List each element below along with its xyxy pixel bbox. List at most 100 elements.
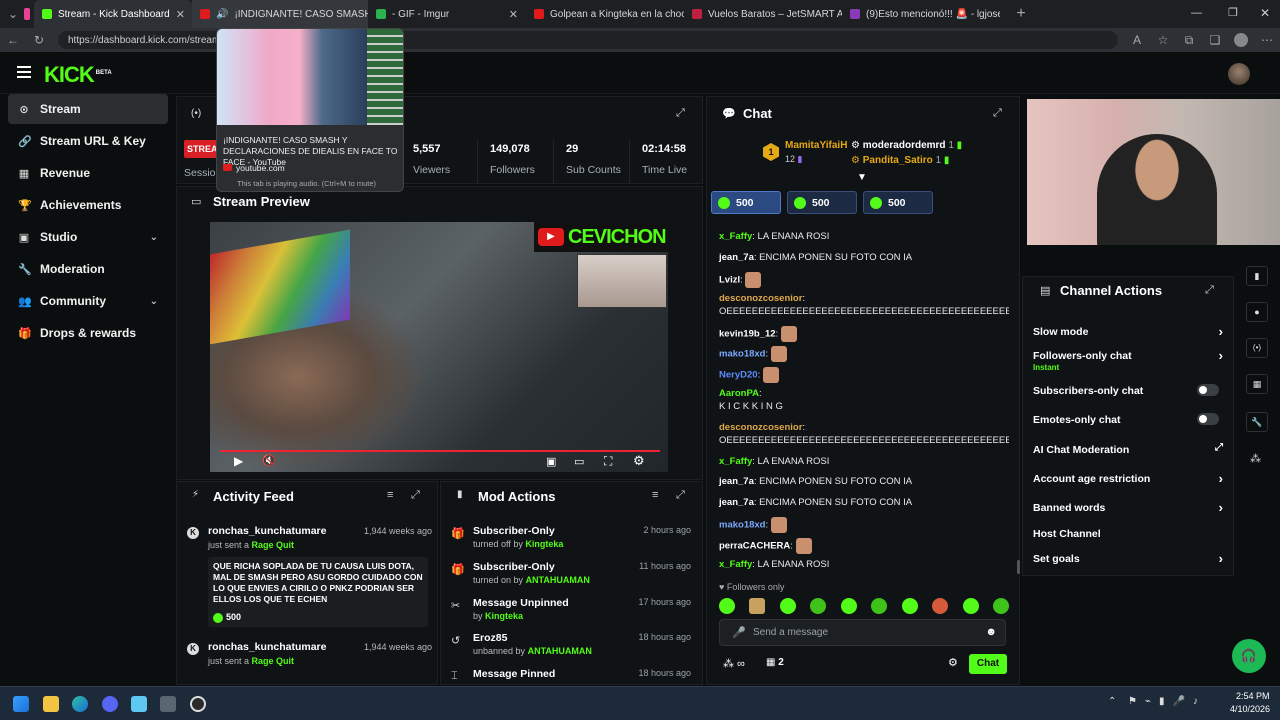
expand-icon[interactable]: ⤢ [411,489,420,502]
apps-icon[interactable]: ⁂ [1250,452,1261,465]
tab-imgur[interactable]: - GIF - Imgur ✕ [368,0,526,28]
tab-chocolate[interactable]: Golpean a Kingteka en la chocolat ✕ [526,0,684,28]
support-button[interactable]: 🎧 [1232,639,1266,673]
extensions-icon[interactable]: ⧉ [1182,33,1196,48]
emote-icon[interactable] [871,598,888,614]
chat-username[interactable]: jean_7a [719,252,754,263]
tab-jetsmart[interactable]: Vuelos Baratos – JetSMART Avione ✕ [684,0,842,28]
chat-username[interactable]: jean_7a [719,497,754,508]
activity-username[interactable]: ronchas_kunchatumare [208,525,326,537]
chat-username[interactable]: NeryD20 [719,370,758,381]
video-progress-bar[interactable] [220,450,660,452]
clock-date[interactable]: 4/10/2026 [1230,704,1270,714]
activity-username[interactable]: ronchas_kunchatumare [208,641,326,653]
collapse-gifters-icon[interactable]: ▼ [857,172,867,183]
file-explorer-icon[interactable] [43,696,59,712]
minimize-icon[interactable]: — [1191,7,1202,19]
edge-icon[interactable] [72,696,88,712]
broadcast-icon[interactable]: (•) [1246,338,1268,358]
notes-icon[interactable]: ▮ [1246,266,1268,286]
theater-icon[interactable]: ▭ [574,455,584,468]
emote-icon[interactable] [901,598,918,614]
tab-kick-dashboard[interactable]: Stream - Kick Dashboard ✕ [34,0,192,28]
gift-pill[interactable]: 500 [711,191,781,214]
emote-icon[interactable] [840,598,857,614]
restore-icon[interactable]: ❐ [1228,6,1238,19]
close-tab-icon[interactable]: ✕ [509,8,518,21]
play-icon[interactable]: ▶ [234,454,243,468]
filter-icon[interactable]: ≡ [387,489,393,501]
toggle-switch[interactable] [1197,413,1219,425]
channel-action-item[interactable]: Set goals › [1033,551,1223,566]
tab-instagram[interactable]: (9)Esto mencionó!!! 🚨 - lgjosepe ✕ [842,0,1000,28]
infinity-icon[interactable]: ⁂ ∞ [723,657,745,670]
wrench-icon[interactable]: 🔧 [1246,412,1268,432]
chat-username[interactable]: AaronPA [719,388,759,399]
chat-username[interactable]: Lvizl [719,275,740,286]
mod-panel-icon[interactable]: ▦ [1246,374,1268,394]
chat-scrollbar[interactable] [1017,560,1020,574]
channel-action-item[interactable]: Followers-only chat Instant › [1033,348,1223,372]
channel-action-item[interactable]: Banned words › [1033,500,1223,515]
chat-username[interactable]: x_Faffy [719,231,752,242]
channel-action-item[interactable]: Slow mode › [1033,324,1223,339]
fullscreen-icon[interactable]: ⛶ [604,454,612,469]
send-chat-button[interactable]: Chat [969,654,1007,674]
emoji-picker-icon[interactable]: ☻ [985,626,997,638]
close-window-icon[interactable]: ✕ [1260,6,1270,20]
new-tab-icon[interactable]: + [1014,5,1028,23]
notepad-icon[interactable] [131,696,147,712]
emote-icon[interactable] [749,598,766,614]
gifter-name[interactable]: Pandita_Satiro [863,155,933,166]
emote-icon[interactable] [779,598,796,614]
sidebar-item-achievements[interactable]: 🏆 Achievements [8,190,168,220]
emote-icon[interactable] [810,598,827,614]
read-aloud-icon[interactable]: A [1130,33,1144,47]
start-icon[interactable] [13,696,29,712]
channel-action-item[interactable]: Subscribers-only chat [1033,384,1223,397]
more-icon[interactable]: ⋯ [1260,33,1274,47]
gifter-name[interactable]: MamitaYifaiH [785,140,847,151]
channel-action-item[interactable]: AI Chat Moderation ⤢ [1033,442,1223,456]
chat-username[interactable]: jean_7a [719,476,754,487]
tab-actions-icon[interactable]: ⌄ [6,7,20,21]
toggle-switch[interactable] [1197,384,1219,396]
chat-username[interactable]: x_Faffy [719,559,752,570]
settings-icon[interactable]: ⚙ [633,453,645,469]
mute-icon[interactable]: 🔇 [262,454,276,467]
tray-chevron-icon[interactable]: ⌃ [1108,696,1116,707]
discord-icon[interactable] [102,696,118,712]
video-player[interactable]: ▶ CEVICHON ▶ 🔇 ▣ ▭ ⛶ ⚙ [210,222,668,472]
emote-icon[interactable] [719,598,735,614]
close-tab-icon[interactable]: ✕ [176,8,185,21]
gifter-name[interactable]: moderadordemrd [863,140,946,151]
chat-username[interactable]: mako18xd [719,520,765,531]
avatar[interactable] [1228,63,1250,85]
clock-time[interactable]: 2:54 PM [1236,691,1270,701]
expand-icon[interactable]: ⤢ [676,107,685,120]
miniplayer-icon[interactable]: ▣ [546,455,556,468]
sidebar-item-studio[interactable]: ▣ Studio ⌄ [8,222,168,252]
sidebar-item-drops[interactable]: 🎁 Drops & rewards [8,318,168,348]
mic-icon[interactable]: 🎤 [732,626,746,639]
audio-icon[interactable]: 🔊 [216,9,228,20]
profile-avatar[interactable] [1234,33,1248,47]
favorite-icon[interactable]: ☆ [1156,33,1170,47]
chat-username[interactable]: desconozcosenior [719,293,802,304]
channel-action-item[interactable]: Host Channel [1033,528,1223,540]
chat-settings-icon[interactable]: ⚙ [948,656,958,669]
tab-youtube[interactable]: 🔊 ¡INDIGNANTE! CASO SMASH ✕ [192,0,368,28]
expand-icon[interactable]: ⤢ [676,489,685,502]
sidebar-item-revenue[interactable]: ▦ Revenue [8,158,168,188]
channel-action-item[interactable]: Account age restriction › [1033,471,1223,486]
emote-icon[interactable] [992,598,1009,614]
channel-action-item[interactable]: Emotes-only chat [1033,413,1223,426]
kick-logo[interactable]: KICK BETA [44,62,112,88]
sidebar-item-moderation[interactable]: 🔧 Moderation [8,254,168,284]
obs-icon[interactable] [190,696,206,712]
sidebar-item-stream[interactable]: ⊙ Stream [8,94,168,124]
gift-pill[interactable]: 500 [863,191,933,214]
chat-username[interactable]: desconozcosenior [719,422,802,433]
emote-icon[interactable] [932,598,949,614]
back-icon[interactable]: ← [6,33,20,47]
